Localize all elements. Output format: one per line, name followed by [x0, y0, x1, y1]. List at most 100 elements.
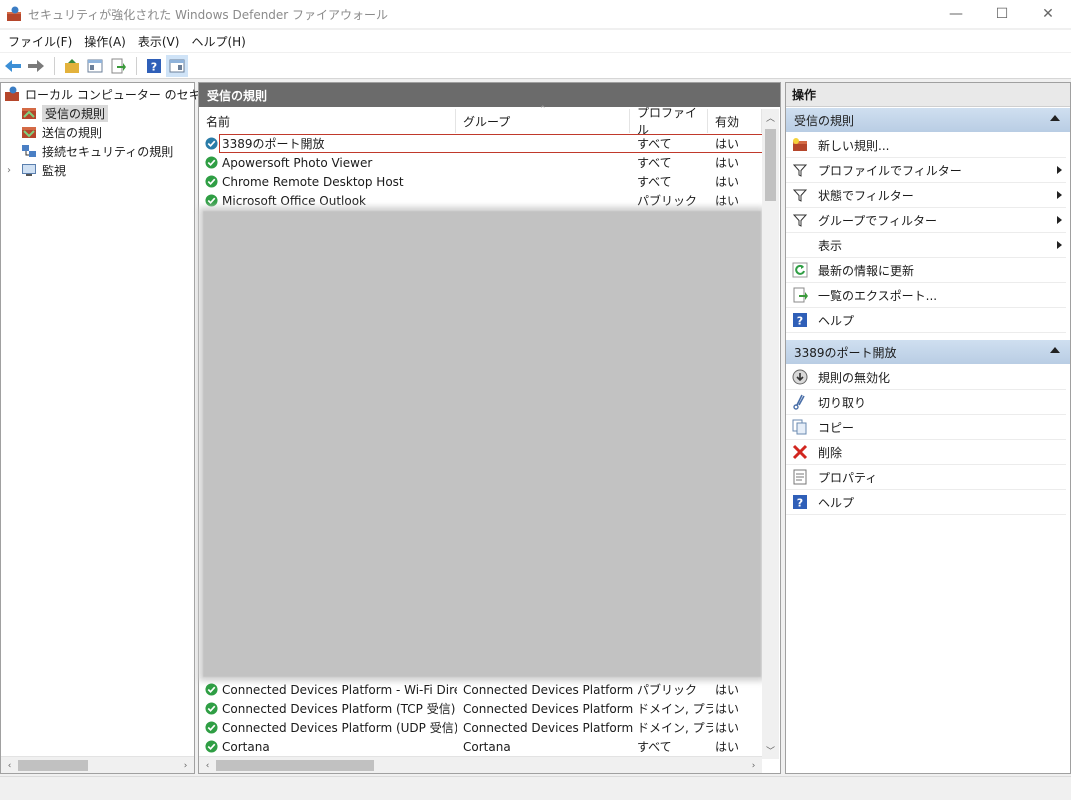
enabled-check-icon: [205, 137, 218, 150]
action-filter-profile[interactable]: プロファイルでフィルター: [786, 158, 1066, 183]
collapse-caret-icon[interactable]: [1050, 347, 1060, 353]
menu-action[interactable]: 操作(A): [78, 33, 132, 50]
rule-enabled: はい: [715, 740, 740, 754]
submenu-arrow-icon: [1057, 166, 1062, 174]
action-label: ヘルプ: [818, 495, 855, 510]
action-disable-rule[interactable]: 規則の無効化: [786, 365, 1066, 390]
table-row[interactable]: Apowersoft Photo Viewer すべて はい: [199, 153, 761, 172]
column-header-name[interactable]: 名前: [199, 109, 456, 133]
connection-security-icon: [22, 145, 36, 157]
action-label: 規則の無効化: [818, 370, 891, 385]
scroll-down-icon[interactable]: ﹀: [762, 742, 779, 759]
rule-name: Chrome Remote Desktop Host: [222, 174, 404, 189]
cut-icon: [792, 394, 808, 410]
rule-enabled: はい: [715, 137, 740, 151]
scroll-right-icon[interactable]: ›: [177, 757, 194, 774]
action-label: グループでフィルター: [818, 213, 938, 228]
actions-section-selected-rule[interactable]: 3389のポート開放: [786, 340, 1070, 364]
status-bar: [0, 776, 1071, 800]
filter-icon: [792, 212, 808, 228]
action-delete[interactable]: 削除: [786, 440, 1066, 465]
action-copy[interactable]: コピー: [786, 415, 1066, 440]
rule-profile: すべて: [637, 740, 672, 754]
rule-name: Connected Devices Platform (TCP 受信): [222, 702, 456, 716]
action-help[interactable]: ? ヘルプ: [786, 308, 1066, 333]
scroll-up-icon[interactable]: ︿: [762, 109, 779, 126]
scroll-thumb[interactable]: [216, 760, 374, 771]
outbound-rules-icon: [22, 127, 36, 138]
svg-text:?: ?: [151, 60, 157, 73]
action-view[interactable]: 表示: [786, 233, 1066, 258]
scroll-right-icon[interactable]: ›: [745, 757, 762, 774]
close-button[interactable]: ✕: [1025, 0, 1071, 28]
svg-text:?: ?: [797, 315, 803, 328]
action-new-rule[interactable]: 新しい規則...: [786, 133, 1066, 158]
scroll-left-icon[interactable]: ‹: [199, 757, 216, 774]
action-label: 切り取り: [818, 395, 867, 410]
maximize-button[interactable]: ☐: [979, 0, 1025, 28]
action-properties[interactable]: プロパティ: [786, 465, 1066, 490]
filter-icon: [792, 162, 808, 178]
expand-chevron-icon[interactable]: ›: [7, 165, 21, 176]
firewall-app-icon: [7, 6, 21, 21]
action-refresh[interactable]: 最新の情報に更新: [786, 258, 1066, 283]
rule-group: Connected Devices Platform: [463, 682, 633, 697]
rule-profile: ドメイン, プラ...: [637, 702, 713, 716]
actions-section-inbound[interactable]: 受信の規則: [786, 108, 1070, 132]
menu-file[interactable]: ファイル(F): [2, 33, 78, 50]
column-header-enabled[interactable]: 有効: [708, 109, 762, 133]
title-bar: セキュリティが強化された Windows Defender ファイアウォール —…: [0, 0, 1071, 28]
action-filter-state[interactable]: 状態でフィルター: [786, 183, 1066, 208]
menu-view[interactable]: 表示(V): [132, 33, 186, 50]
new-rule-icon: [792, 137, 808, 153]
rules-list-pane: 受信の規則 ⌃ 名前 グループ プロファイル 有効 3389のポート開放 すべて…: [198, 82, 781, 774]
table-row[interactable]: Chrome Remote Desktop Host すべて はい: [199, 172, 761, 191]
rule-name: Connected Devices Platform (UDP 受信): [222, 721, 457, 735]
tree-item-outbound-rules[interactable]: 送信の規則: [21, 123, 102, 141]
forward-arrow-icon[interactable]: [25, 55, 47, 77]
menu-bar: ファイル(F) 操作(A) 表示(V) ヘルプ(H): [0, 30, 1071, 52]
table-row[interactable]: Connected Devices Platform - Wi-Fi Direc…: [199, 680, 761, 699]
action-label: 一覧のエクスポート...: [818, 288, 938, 303]
back-arrow-icon[interactable]: [2, 55, 24, 77]
tree-item-connection-security[interactable]: 接続セキュリティの規則: [21, 142, 173, 160]
action-filter-group[interactable]: グループでフィルター: [786, 208, 1066, 233]
column-header-profile[interactable]: プロファイル: [630, 106, 708, 137]
help-icon: ?: [792, 494, 808, 510]
action-help-rule[interactable]: ? ヘルプ: [786, 490, 1066, 515]
action-label: プロファイルでフィルター: [818, 163, 962, 178]
help-icon[interactable]: ?: [143, 55, 165, 77]
export-icon[interactable]: [107, 55, 129, 77]
tree-item-inbound-rules[interactable]: 受信の規則: [21, 104, 109, 122]
action-cut[interactable]: 切り取り: [786, 390, 1066, 415]
scroll-thumb[interactable]: [765, 129, 776, 201]
collapse-caret-icon[interactable]: [1050, 115, 1060, 121]
tree-item-monitor[interactable]: › 監視: [7, 161, 66, 179]
console-tree-pane: ローカル コンピューター のセキュリティが 受信の規則 送信の規則 接続セキュリ…: [0, 82, 260, 774]
table-row[interactable]: Connected Devices Platform (TCP 受信) Conn…: [199, 699, 761, 718]
table-row[interactable]: 3389のポート開放 すべて はい: [199, 134, 763, 153]
menu-help[interactable]: ヘルプ(H): [185, 33, 251, 50]
folder-up-icon[interactable]: [61, 55, 83, 77]
enabled-check-icon: [205, 175, 218, 188]
svg-text:?: ?: [797, 497, 803, 510]
action-export-list[interactable]: 一覧のエクスポート...: [786, 283, 1066, 308]
rule-name: Apowersoft Photo Viewer: [222, 155, 373, 170]
table-row[interactable]: Microsoft Office Outlook パブリック はい: [199, 191, 761, 210]
rules-horizontal-scrollbar[interactable]: ‹ ›: [199, 756, 762, 773]
rule-enabled: はい: [715, 721, 740, 735]
action-label: 表示: [818, 238, 843, 253]
minimize-button[interactable]: —: [933, 0, 979, 28]
left-horizontal-scrollbar[interactable]: ‹ ›: [1, 756, 194, 773]
scroll-left-icon[interactable]: ‹: [1, 757, 18, 774]
column-header-group[interactable]: グループ: [456, 109, 630, 133]
scroll-thumb[interactable]: [18, 760, 88, 771]
table-row[interactable]: Connected Devices Platform (UDP 受信) Conn…: [199, 718, 761, 737]
enabled-check-icon: [205, 702, 218, 715]
window-title: セキュリティが強化された Windows Defender ファイアウォール: [28, 7, 389, 22]
table-row[interactable]: Cortana Cortana すべて はい: [199, 737, 761, 756]
show-hide-action-pane-icon[interactable]: [166, 54, 188, 77]
show-hide-console-tree-icon[interactable]: [84, 55, 106, 77]
rule-profile: すべて: [637, 156, 672, 170]
rules-vertical-scrollbar[interactable]: ︿ ﹀: [762, 109, 779, 759]
